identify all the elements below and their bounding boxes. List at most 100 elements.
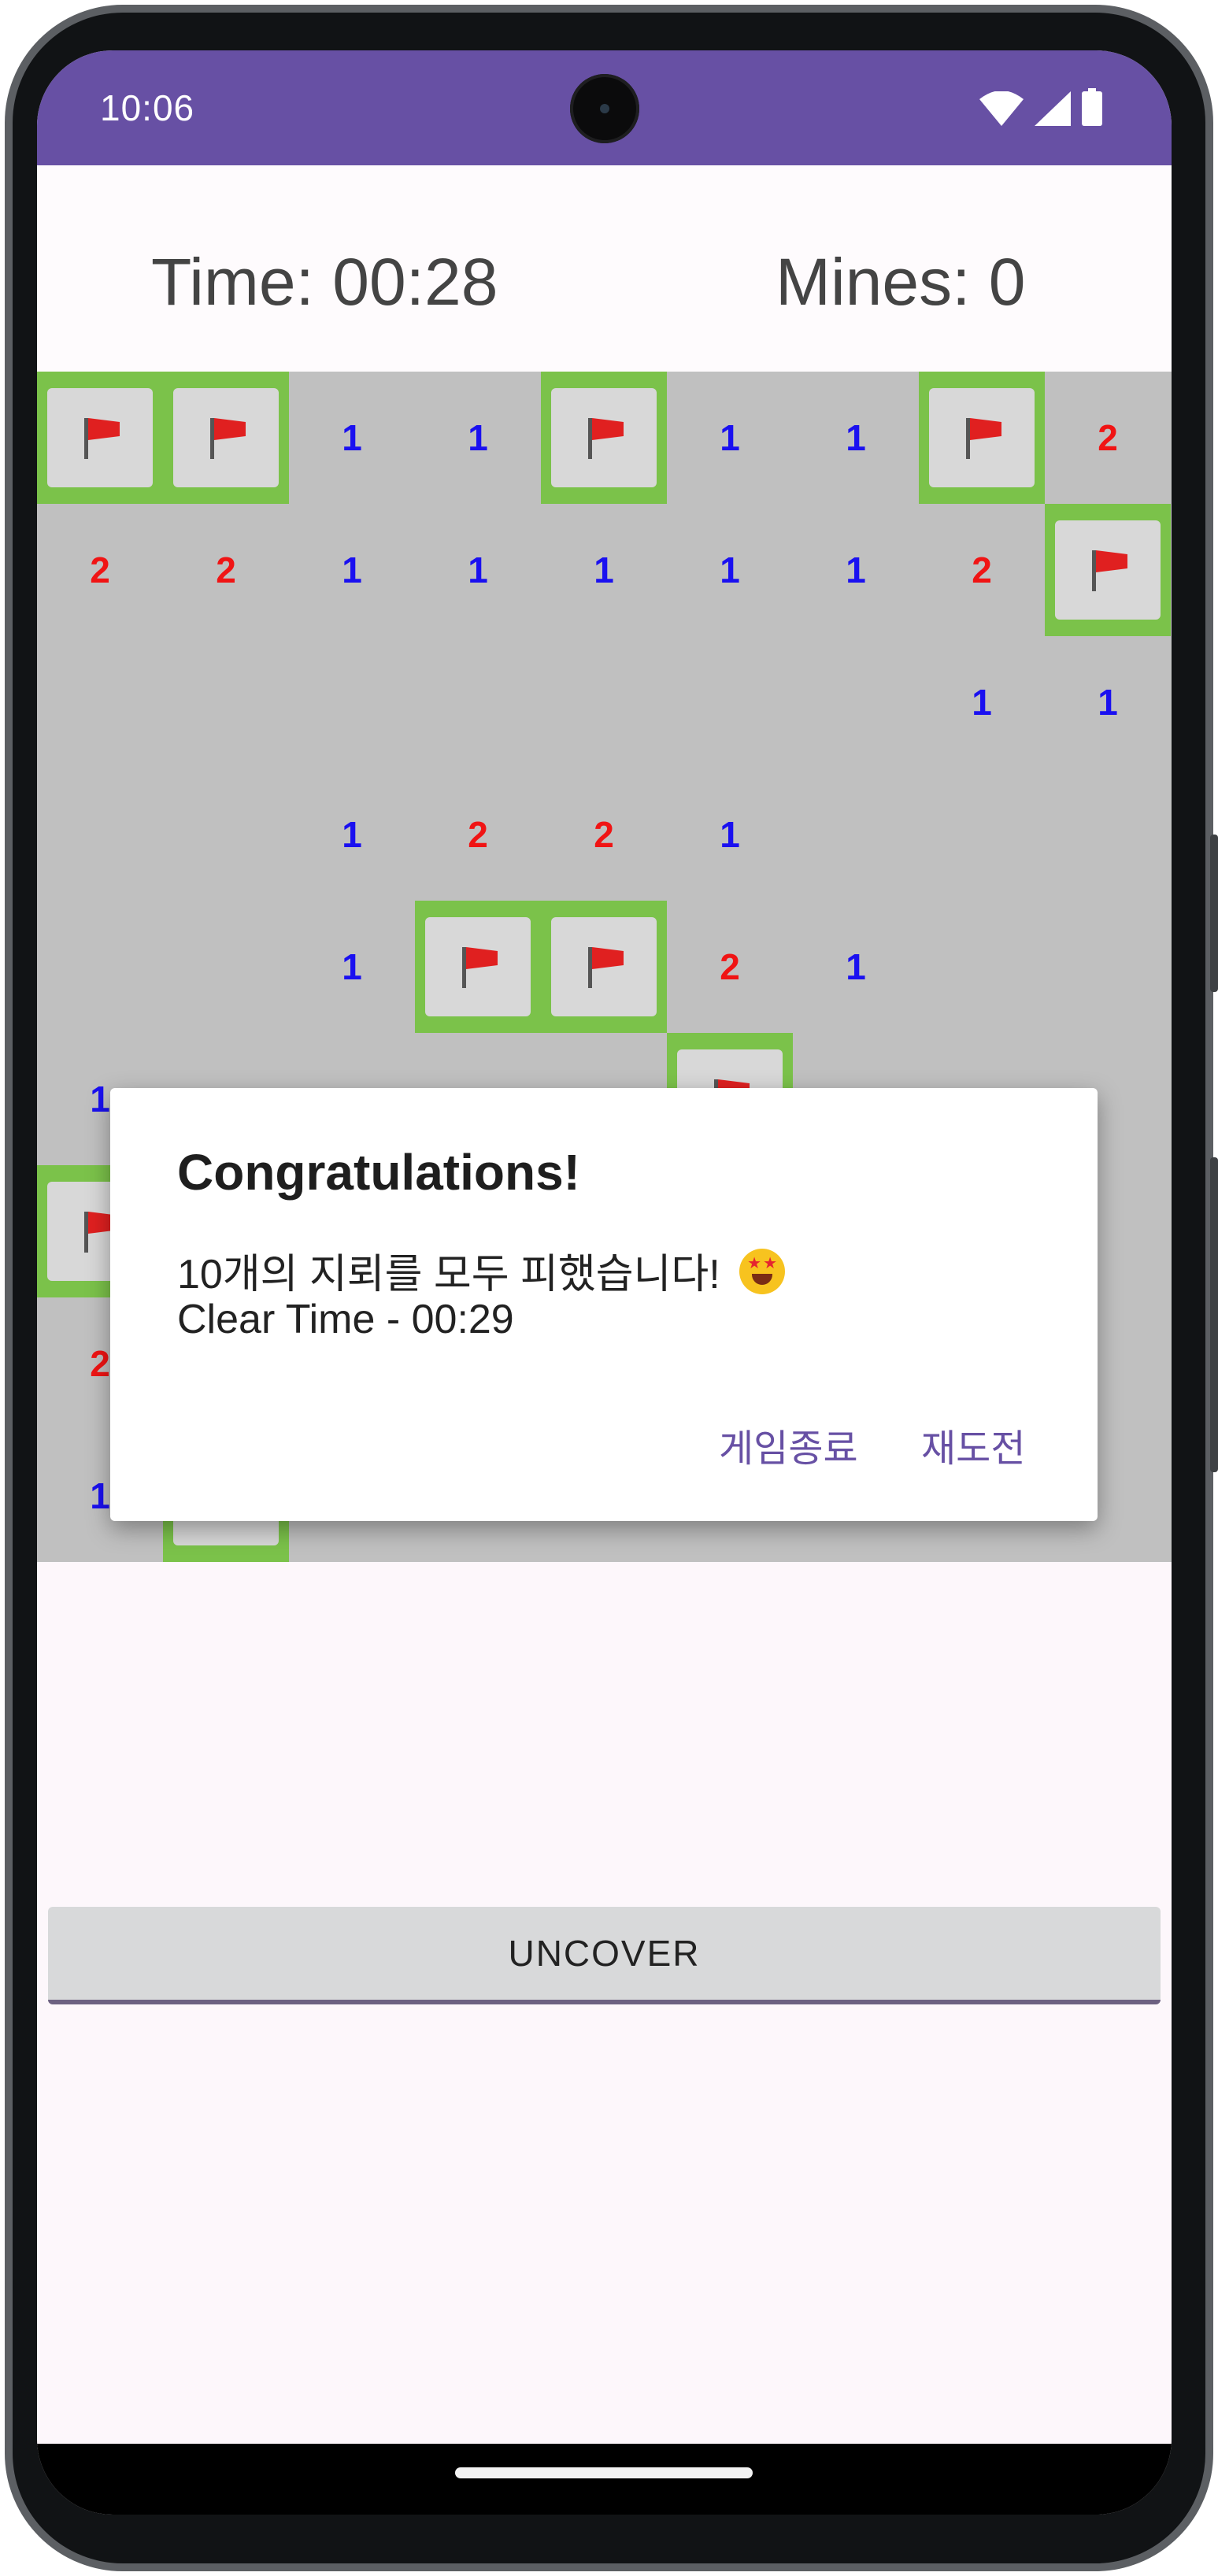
board-cell-number[interactable]: 2 — [37, 504, 163, 636]
retry-button[interactable]: 재도전 — [921, 1417, 1025, 1472]
board-cell-number[interactable]: 1 — [667, 372, 793, 504]
cell-number: 1 — [972, 682, 992, 723]
board-cell-flagged[interactable] — [541, 372, 667, 504]
dialog-title: Congratulations! — [177, 1144, 580, 1201]
mines-counter: Mines: 0 — [776, 245, 1026, 319]
cell-number: 1 — [846, 550, 866, 590]
board-cell-empty[interactable] — [37, 768, 163, 901]
cell-number: 1 — [720, 550, 740, 590]
board-cell-number[interactable]: 1 — [667, 768, 793, 901]
board-cell-empty[interactable] — [289, 636, 415, 768]
cell-number: 1 — [90, 1475, 110, 1516]
flag-icon — [960, 416, 1004, 459]
dialog-message: 10개의 지뢰를 모두 피했습니다! — [177, 1241, 786, 1300]
board-cell-flagged[interactable] — [163, 372, 289, 504]
board-cell-number[interactable]: 1 — [793, 504, 919, 636]
board-cell-empty[interactable] — [163, 636, 289, 768]
board-cell-number[interactable]: 1 — [289, 901, 415, 1033]
flag-icon — [204, 416, 248, 459]
cell-number: 2 — [90, 550, 110, 590]
board-cell-number[interactable]: 1 — [1045, 636, 1171, 768]
status-icons — [979, 88, 1102, 126]
board-cell-empty[interactable] — [919, 768, 1045, 901]
board-cell-empty[interactable] — [163, 768, 289, 901]
cell-number: 1 — [90, 1079, 110, 1120]
board-cell-number[interactable]: 1 — [415, 372, 541, 504]
cell-number: 2 — [90, 1343, 110, 1384]
dialog-message-text: 10개의 지뢰를 모두 피했습니다! — [177, 1252, 720, 1297]
cellular-signal-icon — [1035, 91, 1071, 126]
phone-frame: 10:06 Time: 00:28 Mines: 0 1 1 1 1 2 2 2 1 1 1 1 1 2… — [0, 0, 1218, 2576]
flag-icon — [456, 946, 500, 988]
cell-number: 1 — [846, 946, 866, 987]
home-gesture-handle[interactable] — [455, 2467, 753, 2478]
cell-number: 1 — [468, 550, 488, 590]
cell-number: 2 — [720, 946, 740, 987]
board-cell-number[interactable]: 1 — [793, 901, 919, 1033]
star-struck-emoji-icon — [739, 1249, 786, 1294]
dialog-clear-time: Clear Time - 00:29 — [177, 1297, 514, 1342]
board-cell-number[interactable]: 1 — [415, 504, 541, 636]
quit-game-button[interactable]: 게임종료 — [719, 1417, 858, 1472]
board-cell-empty[interactable] — [1045, 768, 1171, 901]
board-cell-number[interactable]: 2 — [415, 768, 541, 901]
board-cell-flagged[interactable] — [37, 372, 163, 504]
cell-number: 2 — [1098, 417, 1118, 458]
board-cell-number[interactable]: 2 — [1045, 372, 1171, 504]
board-cell-empty[interactable] — [1045, 901, 1171, 1033]
cell-tile — [425, 917, 531, 1016]
uncover-button[interactable]: UNCOVER — [48, 1907, 1161, 2004]
board-cell-empty[interactable] — [919, 901, 1045, 1033]
cell-tile — [1055, 520, 1161, 620]
congratulations-dialog: Congratulations! 10개의 지뢰를 모두 피했습니다! Clea… — [110, 1088, 1098, 1521]
board-cell-flagged[interactable] — [1045, 504, 1171, 636]
cell-number: 1 — [342, 417, 362, 458]
board-cell-number[interactable]: 1 — [667, 504, 793, 636]
board-cell-empty[interactable] — [793, 768, 919, 901]
cell-number: 2 — [594, 814, 614, 855]
board-cell-number[interactable]: 2 — [163, 504, 289, 636]
board-cell-flagged[interactable] — [919, 372, 1045, 504]
cell-tile — [929, 388, 1035, 487]
board-cell-empty[interactable] — [163, 901, 289, 1033]
cell-tile — [173, 388, 279, 487]
board-cell-flagged[interactable] — [415, 901, 541, 1033]
board-cell-number[interactable]: 1 — [289, 504, 415, 636]
cell-number: 1 — [1098, 682, 1118, 723]
front-camera — [570, 74, 639, 143]
board-cell-number[interactable]: 1 — [919, 636, 1045, 768]
cell-number: 1 — [468, 417, 488, 458]
board-cell-empty[interactable] — [37, 636, 163, 768]
board-cell-number[interactable]: 1 — [541, 504, 667, 636]
board-cell-number[interactable]: 1 — [289, 768, 415, 901]
cell-number: 2 — [468, 814, 488, 855]
cell-tile — [47, 388, 153, 487]
board-cell-number[interactable]: 2 — [541, 768, 667, 901]
cell-number: 1 — [342, 550, 362, 590]
cell-number: 1 — [720, 417, 740, 458]
cell-number: 2 — [216, 550, 236, 590]
board-cell-number[interactable]: 2 — [919, 504, 1045, 636]
board-cell-empty[interactable] — [667, 636, 793, 768]
board-cell-flagged[interactable] — [541, 901, 667, 1033]
screen: 10:06 Time: 00:28 Mines: 0 1 1 1 1 2 2 2 1 1 1 1 1 2… — [37, 50, 1172, 2515]
flag-icon — [78, 416, 122, 459]
timer-label: Time: 00:28 — [151, 245, 498, 319]
board-cell-empty[interactable] — [37, 901, 163, 1033]
board-cell-empty[interactable] — [541, 636, 667, 768]
status-clock: 10:06 — [100, 87, 195, 128]
board-cell-number[interactable]: 2 — [667, 901, 793, 1033]
battery-icon — [1082, 88, 1102, 126]
board-cell-empty[interactable] — [415, 636, 541, 768]
wifi-icon — [979, 91, 1024, 126]
cell-number: 1 — [846, 417, 866, 458]
flag-icon — [582, 416, 626, 459]
cell-tile — [551, 388, 657, 487]
flag-icon — [1086, 549, 1130, 591]
navigation-bar — [37, 2444, 1172, 2515]
board-cell-number[interactable]: 1 — [289, 372, 415, 504]
board-cell-empty[interactable] — [793, 636, 919, 768]
game-header: Time: 00:28 Mines: 0 — [37, 165, 1172, 372]
cell-number: 1 — [342, 814, 362, 855]
board-cell-number[interactable]: 1 — [793, 372, 919, 504]
